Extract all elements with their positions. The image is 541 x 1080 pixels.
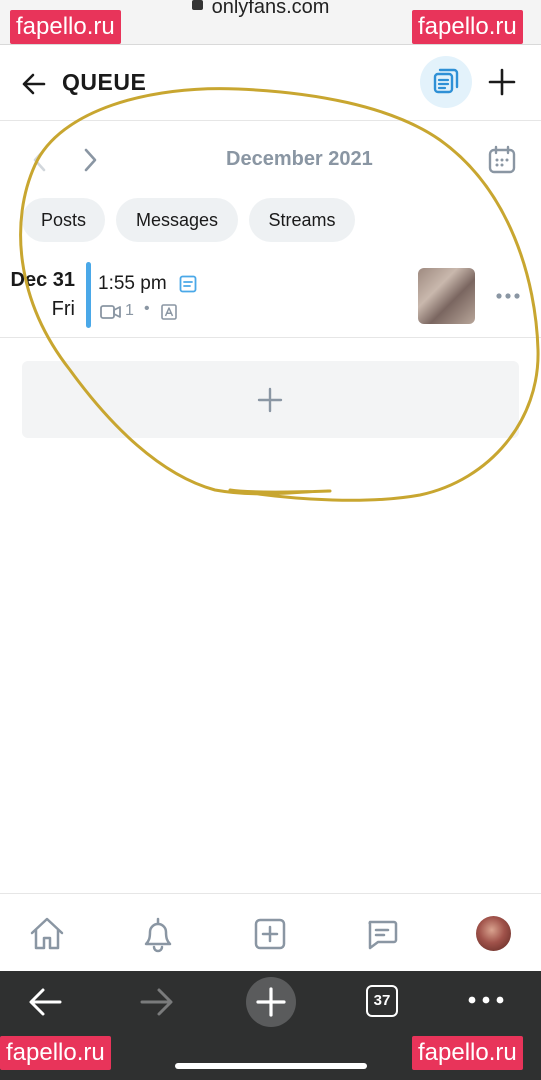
browser-new-tab-button[interactable] (246, 977, 296, 1027)
media-thumbnail[interactable] (418, 268, 475, 324)
back-button[interactable] (18, 68, 50, 100)
note-icon (179, 275, 197, 293)
month-label: December 2021 (226, 148, 373, 170)
browser-forward-button[interactable] (138, 985, 176, 1019)
page-header: QUEUE (0, 44, 541, 121)
filter-streams[interactable]: Streams (249, 198, 355, 242)
tabs-icon[interactable]: 37 (366, 985, 398, 1017)
back-arrow-icon (29, 988, 62, 1016)
add-square-icon (254, 918, 286, 950)
browser-back-button[interactable] (26, 985, 64, 1019)
home-indicator (175, 1063, 367, 1069)
auto-text-icon (161, 304, 177, 320)
page-title: QUEUE (62, 69, 147, 95)
plus-icon (488, 68, 516, 96)
calendar-button[interactable] (486, 144, 518, 176)
queue-view-button[interactable] (420, 56, 472, 108)
chat-icon (368, 920, 398, 950)
bell-icon (144, 917, 172, 953)
nav-home[interactable] (27, 914, 67, 954)
queue-item-day: Fri (51, 298, 75, 320)
bottom-navigation (0, 893, 541, 972)
divider (0, 337, 541, 338)
more-options-button[interactable] (494, 284, 522, 308)
queue-item-accent-bar (86, 262, 91, 328)
filter-posts[interactable]: Posts (22, 198, 105, 242)
browser-menu-button[interactable] (466, 993, 506, 1007)
watermark: fapello.ru (412, 10, 523, 44)
add-post-button[interactable] (484, 64, 520, 100)
chevron-right-icon (84, 148, 97, 172)
nav-notifications[interactable] (138, 914, 178, 954)
calendar-icon (488, 145, 516, 174)
add-to-queue-button[interactable] (22, 361, 519, 438)
watermark: fapello.ru (0, 1036, 111, 1070)
queue-item-time[interactable]: 1:55 pm (98, 273, 167, 295)
queue-list-icon (433, 68, 459, 94)
home-icon (30, 917, 64, 950)
previous-month-button[interactable] (28, 147, 52, 173)
more-dots-icon (496, 293, 520, 299)
plus-icon (256, 987, 286, 1017)
menu-dots-icon (468, 996, 504, 1004)
filter-messages[interactable]: Messages (116, 198, 238, 242)
watermark: fapello.ru (412, 1036, 523, 1070)
watermark: fapello.ru (10, 10, 121, 44)
video-icon (100, 304, 122, 320)
plus-icon (257, 387, 283, 413)
chevron-left-icon (33, 148, 46, 172)
avatar[interactable] (476, 916, 511, 951)
media-count: 1 (125, 302, 134, 319)
queue-item-date: Dec 31 (10, 269, 76, 291)
nav-messages[interactable] (362, 914, 402, 954)
back-arrow-icon (22, 73, 46, 95)
separator-dot: • (144, 300, 150, 317)
nav-create[interactable] (250, 914, 290, 954)
next-month-button[interactable] (78, 147, 102, 173)
forward-arrow-icon (140, 988, 173, 1016)
